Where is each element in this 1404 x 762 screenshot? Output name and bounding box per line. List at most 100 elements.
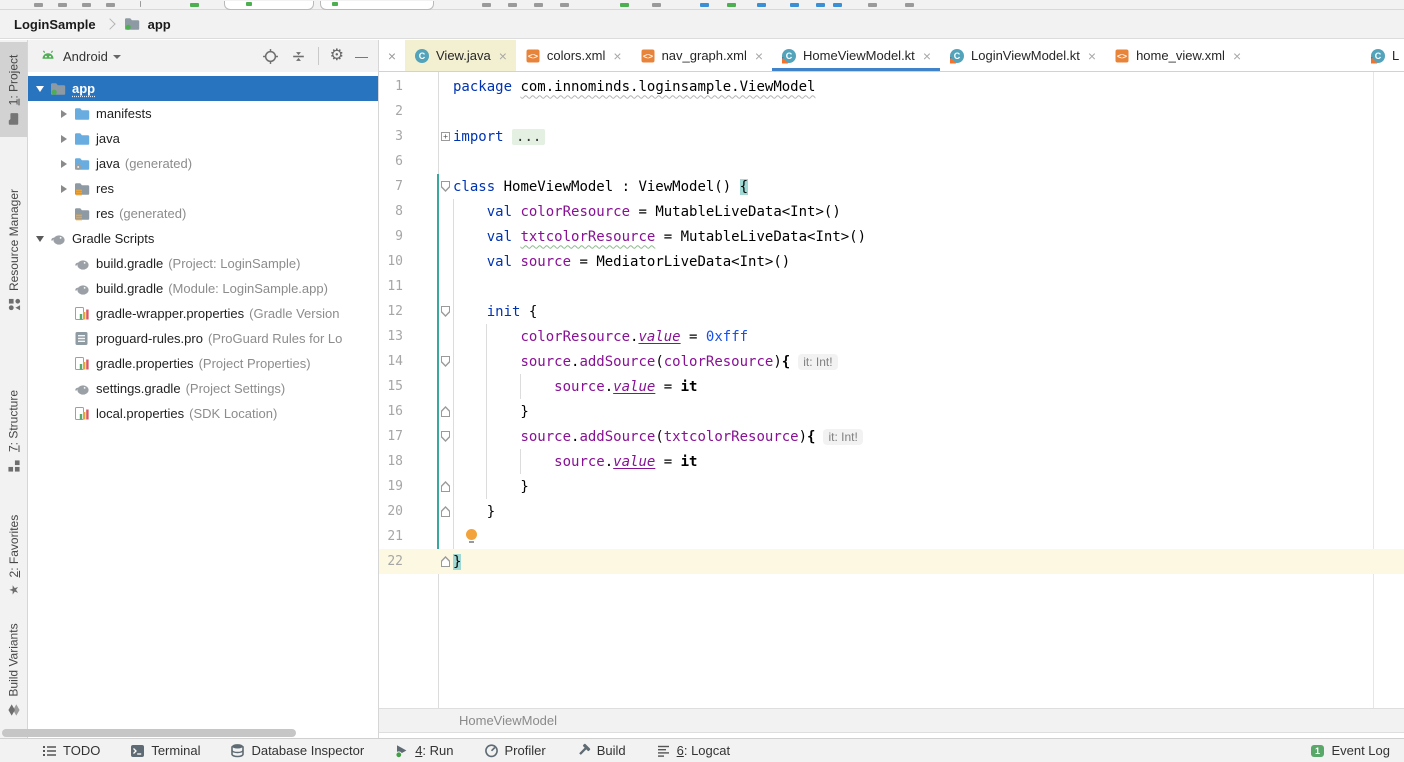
- code-line-13[interactable]: 13 colorResource.value = 0xfff: [379, 324, 1404, 349]
- locate-icon[interactable]: [262, 48, 279, 65]
- statusbar-item-terminal[interactable]: Terminal: [130, 743, 200, 758]
- tree-item-proguard-rules-pro-proguard-rules-for-lo[interactable]: proguard-rules.pro(ProGuard Rules for Lo: [28, 326, 378, 351]
- svg-text:1: 1: [1315, 746, 1320, 756]
- fold-marker-close[interactable]: [438, 506, 453, 517]
- code-line-10[interactable]: 10 val source = MediatorLiveData<Int>(): [379, 249, 1404, 274]
- chevron-collapsed-icon[interactable]: [54, 160, 74, 168]
- code-line-3[interactable]: 3+import ...: [379, 124, 1404, 149]
- tree-item-local-properties-sdk-location[interactable]: local.properties(SDK Location): [28, 401, 378, 426]
- code-text: }: [453, 404, 529, 420]
- view-selector[interactable]: Android: [63, 49, 108, 64]
- tree-item-gradle-properties-project-properties[interactable]: gradle.properties(Project Properties): [28, 351, 378, 376]
- tree-item-suffix: (Project Settings): [186, 381, 286, 396]
- editor-breadcrumb-item[interactable]: HomeViewModel: [459, 713, 557, 728]
- tree-item-build-gradle-project-loginsample[interactable]: build.gradle(Project: LoginSample): [28, 251, 378, 276]
- editor-tab-l[interactable]: CL: [1361, 40, 1404, 71]
- code-line-8[interactable]: 8 val colorResource = MutableLiveData<In…: [379, 199, 1404, 224]
- tree-item-manifests[interactable]: manifests: [28, 101, 378, 126]
- statusbar-item-4-run[interactable]: 4: Run: [394, 743, 453, 758]
- chevron-collapsed-icon[interactable]: [54, 185, 74, 193]
- code-line-2[interactable]: 2: [379, 99, 1404, 124]
- close-icon[interactable]: ×: [923, 48, 931, 64]
- chevron-collapsed-icon[interactable]: [54, 135, 74, 143]
- tool-tab-2-favorites[interactable]: ★2: Favorites: [0, 500, 27, 610]
- tree-item-res-generated[interactable]: res(generated): [28, 201, 378, 226]
- editor-tab-home-view-xml[interactable]: <>home_view.xml×: [1105, 40, 1250, 71]
- divider: [318, 47, 319, 65]
- code-line-20[interactable]: 20 }: [379, 499, 1404, 524]
- line-number: 18: [379, 454, 438, 469]
- close-icon[interactable]: ×: [499, 48, 507, 64]
- editor-tab-colors-xml[interactable]: <>colors.xml×: [516, 40, 631, 71]
- code-line-6[interactable]: 6: [379, 149, 1404, 174]
- properties-icon: [74, 356, 90, 371]
- settings-icon[interactable]: ⚙: [330, 48, 344, 64]
- editor-tab-view-java[interactable]: CView.java×: [405, 40, 516, 71]
- code-line-21[interactable]: 21: [379, 524, 1404, 549]
- chevron-expanded-icon[interactable]: [30, 86, 50, 92]
- statusbar-item-todo[interactable]: TODO: [42, 743, 100, 758]
- close-icon[interactable]: ×: [1088, 48, 1096, 64]
- fold-marker-open[interactable]: [438, 181, 453, 192]
- tree-item-label: manifests: [96, 106, 152, 121]
- code-line-18[interactable]: 18 source.value = it: [379, 449, 1404, 474]
- editor-tab-nav-graph-xml[interactable]: <>nav_graph.xml×: [631, 40, 772, 71]
- code-line-7[interactable]: 7class HomeViewModel : ViewModel() {: [379, 174, 1404, 199]
- fold-marker-open[interactable]: [438, 356, 453, 367]
- tool-tab-7-structure[interactable]: 7: Structure: [0, 374, 27, 487]
- code-line-15[interactable]: 15 source.value = it: [379, 374, 1404, 399]
- tool-tab-resource-manager[interactable]: Resource Manager: [0, 166, 27, 334]
- hide-panel-icon[interactable]: —: [355, 50, 368, 63]
- fold-marker-close[interactable]: [438, 481, 453, 492]
- statusbar-item-database-inspector[interactable]: Database Inspector: [230, 743, 364, 758]
- code-line-22[interactable]: 22}: [379, 549, 1404, 574]
- properties-icon: [74, 406, 90, 421]
- xml-icon: <>: [640, 48, 656, 64]
- horizontal-scrollbar[interactable]: [2, 729, 296, 737]
- chevron-expanded-icon[interactable]: [30, 236, 50, 242]
- breadcrumb-module[interactable]: app: [148, 17, 171, 32]
- collapse-all-icon[interactable]: [290, 48, 307, 65]
- tree-item-gradle-scripts[interactable]: Gradle Scripts: [28, 226, 378, 251]
- statusbar-item-build[interactable]: Build: [576, 743, 626, 758]
- code-line-19[interactable]: 19 }: [379, 474, 1404, 499]
- intention-bulb-icon[interactable]: [466, 529, 477, 540]
- code-line-14[interactable]: 14 source.addSource(colorResource){it: I…: [379, 349, 1404, 374]
- fold-marker-close[interactable]: [438, 406, 453, 417]
- statusbar-item-profiler[interactable]: Profiler: [484, 743, 546, 758]
- statusbar-item-event-log[interactable]: 1Event Log: [1310, 743, 1390, 758]
- code-line-11[interactable]: 11: [379, 274, 1404, 299]
- fold-marker-close[interactable]: [438, 556, 453, 567]
- close-icon[interactable]: ×: [379, 40, 405, 71]
- close-icon[interactable]: ×: [755, 48, 763, 64]
- tree-item-gradle-wrapper-properties-gradle-version[interactable]: gradle-wrapper.properties(Gradle Version: [28, 301, 378, 326]
- code-line-12[interactable]: 12 init {: [379, 299, 1404, 324]
- android-icon: [40, 48, 56, 64]
- tree-item-build-gradle-module-loginsample-app[interactable]: build.gradle(Module: LoginSample.app): [28, 276, 378, 301]
- editor-tab-label: L: [1392, 48, 1399, 63]
- tool-tab-1-project[interactable]: 1: Project: [0, 42, 27, 137]
- tree-item-label: build.gradle: [96, 281, 163, 296]
- statusbar-item-6-logcat[interactable]: 6: Logcat: [656, 743, 731, 758]
- editor-tab-loginviewmodel-kt[interactable]: CLoginViewModel.kt×: [940, 40, 1105, 71]
- fold-marker-open[interactable]: [438, 431, 453, 442]
- code-line-16[interactable]: 16 }: [379, 399, 1404, 424]
- close-icon[interactable]: ×: [613, 48, 621, 64]
- chevron-collapsed-icon[interactable]: [54, 110, 74, 118]
- tree-item-java-generated[interactable]: java(generated): [28, 151, 378, 176]
- tree-item-app[interactable]: app: [28, 76, 378, 101]
- fold-marker-plus[interactable]: +: [438, 132, 453, 141]
- close-icon[interactable]: ×: [1233, 48, 1241, 64]
- breadcrumb-project[interactable]: LoginSample: [14, 17, 96, 32]
- svg-text:C: C: [786, 51, 793, 61]
- editor-tab-homeviewmodel-kt[interactable]: CHomeViewModel.kt×: [772, 40, 940, 71]
- fold-marker-open[interactable]: [438, 306, 453, 317]
- code-editor[interactable]: 1package com.innominds.loginsample.ViewM…: [379, 72, 1404, 708]
- tree-item-res[interactable]: res: [28, 176, 378, 201]
- tool-tab-build-variants[interactable]: Build Variants: [0, 612, 27, 727]
- code-line-17[interactable]: 17 source.addSource(txtcolorResource){it…: [379, 424, 1404, 449]
- code-line-1[interactable]: 1package com.innominds.loginsample.ViewM…: [379, 74, 1404, 99]
- code-line-9[interactable]: 9 val txtcolorResource = MutableLiveData…: [379, 224, 1404, 249]
- tree-item-java[interactable]: java: [28, 126, 378, 151]
- tree-item-settings-gradle-project-settings[interactable]: settings.gradle(Project Settings): [28, 376, 378, 401]
